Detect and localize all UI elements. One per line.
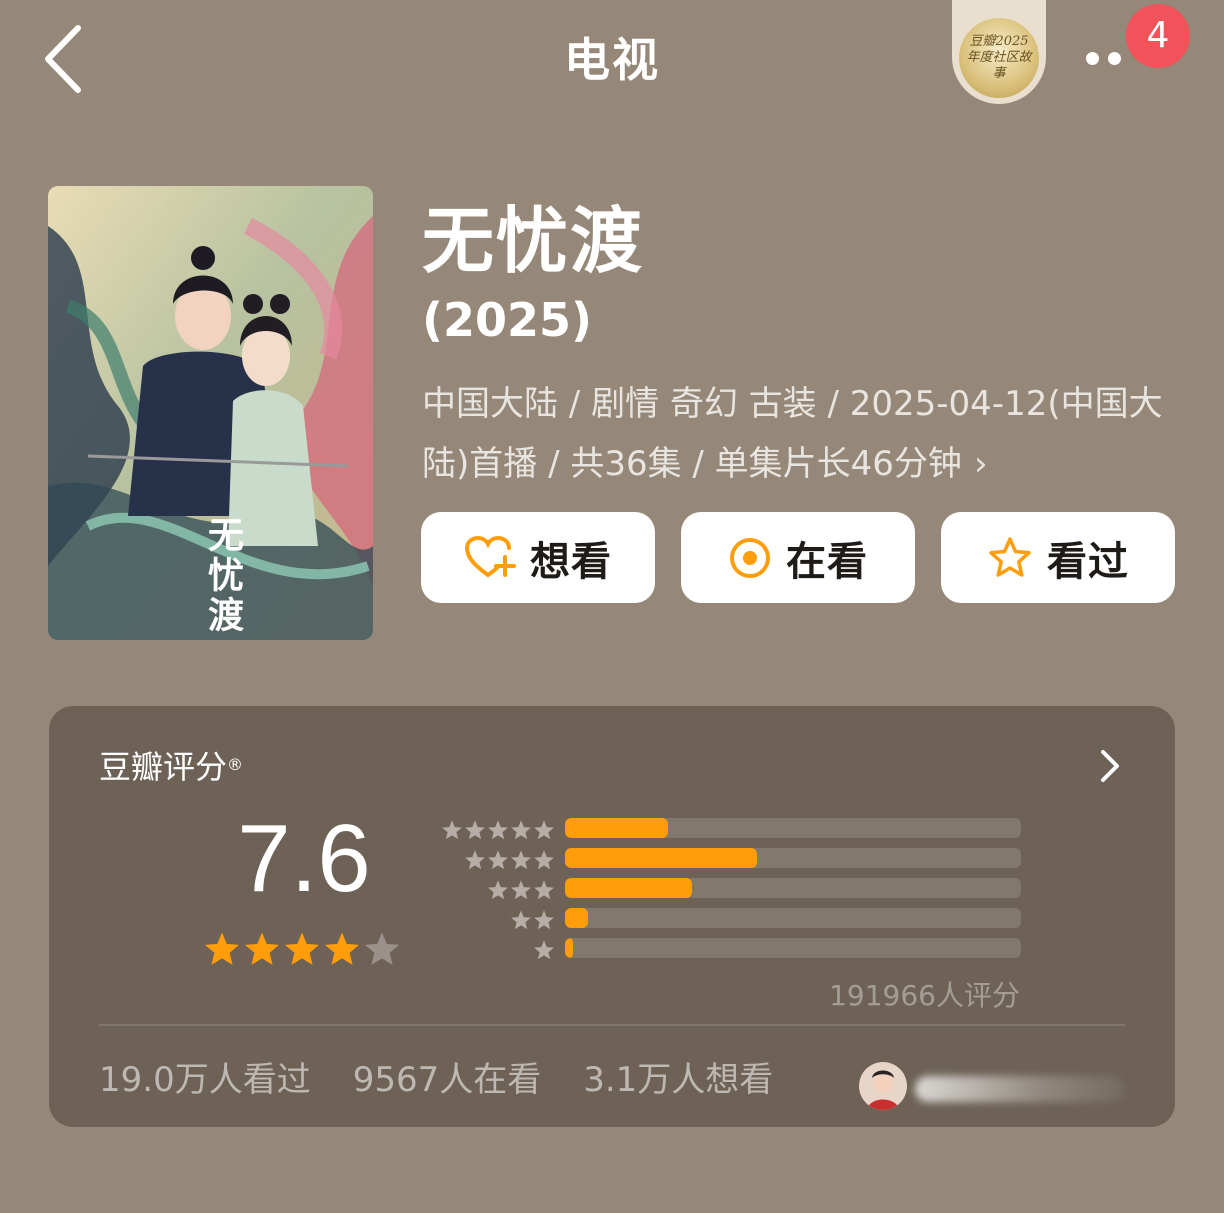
star-small-icon <box>511 850 531 870</box>
star-small-icon <box>488 850 508 870</box>
star-outline-icon <box>989 536 1031 577</box>
rating-title: 豆瓣评分® <box>99 748 243 786</box>
rating-detail-button[interactable] <box>1097 746 1123 786</box>
distribution-bar-track <box>565 818 1021 838</box>
notification-badge[interactable]: 4 <box>1126 4 1190 68</box>
star-small-icon <box>534 910 554 930</box>
chevron-right-icon <box>1101 750 1119 782</box>
annual-story-badge[interactable]: 豆瓣2025 年度社区故事 <box>952 0 1046 104</box>
distribution-bar-track <box>565 908 1021 928</box>
friend-name-blurred <box>915 1076 1125 1102</box>
distribution-bar-track <box>565 938 1021 958</box>
watching-label: 在看 <box>786 538 868 585</box>
star-small-icon <box>465 850 485 870</box>
star-small-icon <box>442 820 462 840</box>
distribution-stars <box>441 819 555 841</box>
rating-distribution <box>435 816 1025 966</box>
more-dot <box>1108 52 1121 65</box>
star-small-icon <box>534 850 554 870</box>
distribution-stars <box>533 939 555 961</box>
movie-year: (2025) <box>422 293 593 347</box>
star-empty-icon <box>364 932 400 965</box>
registered-mark: ® <box>227 755 244 774</box>
poster-title-text: 无忧渡 <box>202 516 244 636</box>
want-to-watch-button[interactable]: 想看 <box>421 512 655 603</box>
chevron-right-icon: › <box>973 444 988 484</box>
star-filled-icon <box>324 932 360 965</box>
target-circle-icon <box>730 537 770 578</box>
badge-medal: 豆瓣2025 年度社区故事 <box>959 18 1039 98</box>
distribution-bar-5 <box>565 818 668 838</box>
watched-button[interactable]: 看过 <box>941 512 1175 603</box>
distribution-bar-1 <box>565 938 574 958</box>
rating-card[interactable]: 豆瓣评分® 7.6 191966人评分 19.0万人看过 9567人在看 3.1… <box>49 706 1175 1127</box>
distribution-row-2 <box>435 906 1025 936</box>
distribution-row-5 <box>435 816 1025 846</box>
score-stars <box>203 930 401 968</box>
distribution-stars <box>464 849 555 871</box>
watched-label: 看过 <box>1047 538 1129 585</box>
distribution-stars <box>510 909 555 931</box>
watch-stats: 19.0万人看过 9567人在看 3.1万人想看 <box>99 1058 773 1102</box>
more-button[interactable] <box>1082 40 1132 80</box>
movie-meta-text: 中国大陆 / 剧情 奇幻 古装 / 2025-04-12(中国大陆)首播 / 共… <box>422 384 1163 484</box>
avatar[interactable] <box>859 1062 907 1110</box>
poster-image: 无忧渡 <box>48 186 373 640</box>
distribution-bar-2 <box>565 908 588 928</box>
divider <box>99 1024 1125 1026</box>
star-small-icon <box>534 820 554 840</box>
star-small-icon <box>511 820 531 840</box>
movie-poster[interactable]: 无忧渡 <box>48 186 373 640</box>
star-small-icon <box>465 820 485 840</box>
movie-title: 无忧渡 <box>422 199 645 283</box>
avatar-image <box>859 1062 907 1110</box>
watched-count: 19.0万人看过 <box>99 1060 311 1100</box>
distribution-bar-track <box>565 878 1021 898</box>
movie-meta[interactable]: 中国大陆 / 剧情 奇幻 古装 / 2025-04-12(中国大陆)首播 / 共… <box>422 374 1202 494</box>
star-filled-icon <box>244 932 280 965</box>
badge-text: 豆瓣2025 年度社区故事 <box>966 34 1032 81</box>
distribution-stars <box>487 879 555 901</box>
star-filled-icon <box>204 932 240 965</box>
star-small-icon <box>534 940 554 960</box>
distribution-bar-track <box>565 848 1021 868</box>
want-to-watch-label: 想看 <box>530 538 612 585</box>
star-small-icon <box>488 880 508 900</box>
distribution-bar-3 <box>565 878 692 898</box>
distribution-row-3 <box>435 876 1025 906</box>
heart-plus-icon <box>464 535 516 577</box>
star-small-icon <box>511 880 531 900</box>
watching-button[interactable]: 在看 <box>681 512 915 603</box>
watching-count: 9567人在看 <box>352 1060 542 1100</box>
distribution-bar-4 <box>565 848 757 868</box>
rating-title-text: 豆瓣评分 <box>99 748 228 786</box>
star-small-icon <box>488 820 508 840</box>
distribution-row-4 <box>435 846 1025 876</box>
rating-score: 7.6 <box>237 805 371 912</box>
star-small-icon <box>534 880 554 900</box>
more-dots-icon <box>1086 52 1099 65</box>
want-count: 3.1万人想看 <box>583 1060 774 1100</box>
star-small-icon <box>511 910 531 930</box>
rating-count: 191966人评分 <box>829 979 1020 1012</box>
distribution-row-1 <box>435 936 1025 966</box>
star-filled-icon <box>284 932 320 965</box>
